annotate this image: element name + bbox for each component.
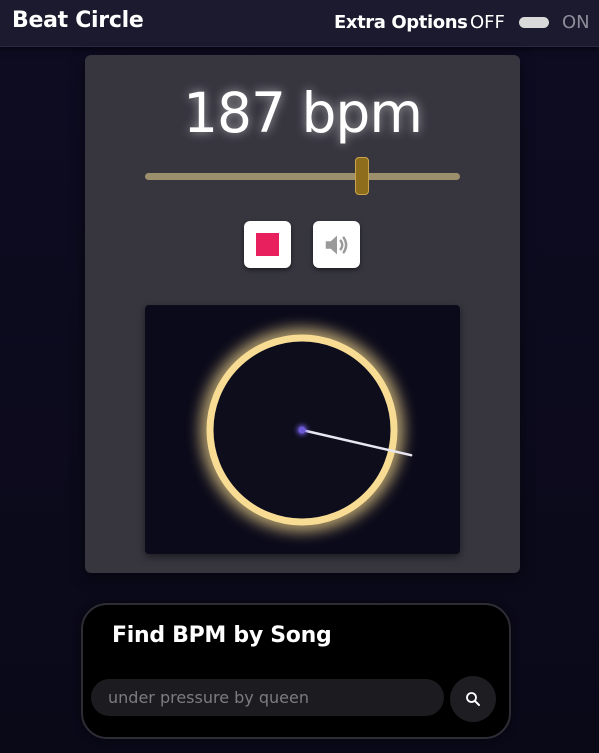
find-bpm-by-song-card: Find BPM by Song [81, 603, 511, 739]
extra-options-label: Extra Options [334, 12, 468, 33]
sound-button[interactable] [313, 221, 360, 268]
stop-icon [256, 233, 279, 256]
find-bpm-title: Find BPM by Song [112, 623, 332, 648]
stop-button[interactable] [244, 221, 291, 268]
toggle-off-label[interactable]: OFF [470, 12, 505, 33]
beat-circle-svg [206, 334, 413, 526]
toggle-on-label[interactable]: ON [562, 12, 590, 33]
search-button[interactable] [450, 676, 496, 722]
beat-circle-visualizer [145, 305, 460, 554]
speaker-icon [325, 235, 347, 254]
top-bar: Beat Circle Extra Options OFF ON [0, 0, 599, 47]
bpm-readout: 187 bpm [183, 81, 423, 145]
center-dot [298, 426, 306, 434]
search-icon [466, 692, 480, 706]
tempo-slider-track[interactable] [145, 173, 460, 180]
metronome-panel: 187 bpm [85, 55, 520, 573]
song-search-input[interactable] [91, 679, 444, 716]
app-title: Beat Circle [12, 8, 144, 33]
tempo-slider-thumb[interactable] [355, 157, 370, 195]
extra-options-toggle[interactable] [519, 17, 549, 28]
